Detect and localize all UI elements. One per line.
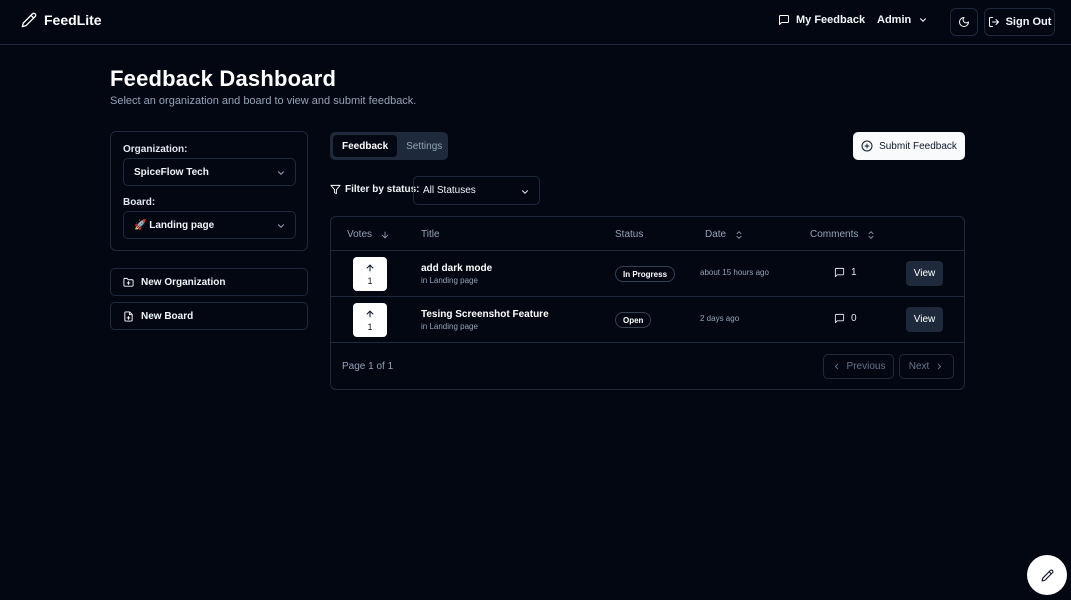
board-value: 🚀 Landing page [134, 219, 215, 231]
chevron-down-icon [276, 221, 286, 231]
file-plus-icon [123, 310, 134, 322]
vote-count: 1 [367, 275, 373, 286]
board-select[interactable]: 🚀 Landing page [123, 211, 296, 239]
feedback-title[interactable]: add dark mode [421, 263, 492, 274]
title-column-header: Title [421, 229, 440, 240]
my-feedback-link[interactable]: My Feedback [778, 14, 865, 26]
date-header-label: Date [705, 229, 727, 240]
folder-plus-icon [123, 277, 134, 288]
comment-count: 1 [834, 267, 857, 278]
comments-column-header[interactable]: Comments [810, 229, 876, 240]
sign-out-button[interactable]: Sign Out [984, 8, 1055, 36]
brand-link[interactable]: FeedLite [21, 12, 102, 28]
table-row: 1 Tesing Screenshot Feature in Landing p… [331, 297, 964, 343]
pencil-icon [1041, 569, 1054, 582]
comment-count: 0 [834, 313, 857, 324]
chevron-left-icon [832, 362, 841, 371]
comment-count-value: 0 [851, 313, 857, 324]
new-board-label: New Board [141, 310, 194, 322]
submit-feedback-button[interactable]: Submit Feedback [853, 132, 965, 160]
theme-toggle-button[interactable] [950, 8, 978, 36]
message-square-icon [834, 313, 845, 324]
feedback-title[interactable]: Tesing Screenshot Feature [421, 309, 549, 320]
table-row: 1 add dark mode in Landing page In Progr… [331, 251, 964, 297]
status-filter-label: Filter by status: [330, 184, 419, 195]
organization-value: SpiceFlow Tech [134, 166, 209, 178]
brand-name: FeedLite [44, 12, 102, 28]
tab-feedback[interactable]: Feedback [333, 135, 398, 157]
my-feedback-label: My Feedback [796, 14, 866, 26]
table-header: Votes Title Status Date Comments [331, 217, 964, 251]
upvote-button[interactable]: 1 [353, 303, 387, 337]
feedback-board: in Landing page [421, 276, 478, 285]
status-column-header: Status [615, 229, 644, 240]
chevron-down-icon [918, 15, 928, 25]
filter-label-text: Filter by status: [345, 184, 420, 195]
feedback-date: about 15 hours ago [700, 268, 769, 277]
organization-label: Organization: [123, 144, 188, 155]
feedback-date: 2 days ago [700, 314, 740, 323]
page-title: Feedback Dashboard [110, 66, 337, 91]
comment-count-value: 1 [851, 267, 857, 278]
votes-column-header[interactable]: Votes [347, 229, 390, 240]
arrow-up-icon [365, 263, 375, 273]
previous-label: Previous [846, 361, 886, 372]
feedback-board: in Landing page [421, 322, 478, 331]
arrow-up-icon [365, 309, 375, 319]
chevron-right-icon [935, 362, 944, 371]
chevrons-up-down-icon [734, 230, 744, 240]
message-square-icon [834, 267, 845, 278]
organization-select[interactable]: SpiceFlow Tech [123, 158, 296, 186]
status-filter-value: All Statuses [423, 185, 476, 196]
admin-label: Admin [877, 14, 912, 26]
view-button[interactable]: View [906, 261, 943, 286]
chevron-down-icon [520, 187, 530, 197]
board-label: Board: [123, 197, 156, 208]
next-page-button[interactable]: Next [899, 354, 954, 379]
pagination-info: Page 1 of 1 [342, 361, 394, 372]
moon-icon [958, 16, 970, 28]
new-organization-label: New Organization [141, 276, 226, 288]
plus-circle-icon [861, 140, 873, 152]
previous-page-button[interactable]: Previous [823, 354, 894, 379]
status-badge: In Progress [615, 266, 676, 282]
arrow-down-icon [380, 230, 390, 240]
new-board-button[interactable]: New Board [110, 302, 308, 330]
org-board-selector-card: Organization: SpiceFlow Tech Board: 🚀 La… [110, 131, 308, 251]
submit-feedback-label: Submit Feedback [879, 140, 957, 152]
upvote-button[interactable]: 1 [353, 257, 387, 291]
view-tabs: Feedback Settings [330, 132, 448, 160]
chevron-down-icon [276, 168, 286, 178]
status-badge: Open [615, 312, 652, 328]
admin-menu[interactable]: Admin [877, 14, 928, 26]
tab-settings[interactable]: Settings [397, 135, 451, 157]
log-out-icon [988, 16, 1000, 28]
date-column-header[interactable]: Date [705, 229, 744, 240]
pencil-icon [21, 12, 37, 28]
view-button[interactable]: View [906, 307, 943, 332]
vote-count: 1 [367, 321, 373, 332]
top-navbar: FeedLite My Feedback Admin Sign Out [0, 0, 1071, 45]
feedback-table: Votes Title Status Date Comments 1 add d… [330, 216, 965, 390]
floating-edit-button[interactable] [1027, 555, 1067, 595]
status-filter-select[interactable]: All Statuses [413, 176, 540, 205]
chevrons-up-down-icon [866, 230, 876, 240]
new-organization-button[interactable]: New Organization [110, 268, 308, 296]
message-square-icon [778, 14, 790, 26]
comments-header-label: Comments [810, 229, 859, 240]
filter-icon [330, 184, 341, 195]
sign-out-label: Sign Out [1005, 16, 1052, 28]
page-subtitle: Select an organization and board to view… [110, 95, 417, 107]
next-label: Next [908, 361, 930, 372]
votes-header-label: Votes [347, 229, 373, 240]
